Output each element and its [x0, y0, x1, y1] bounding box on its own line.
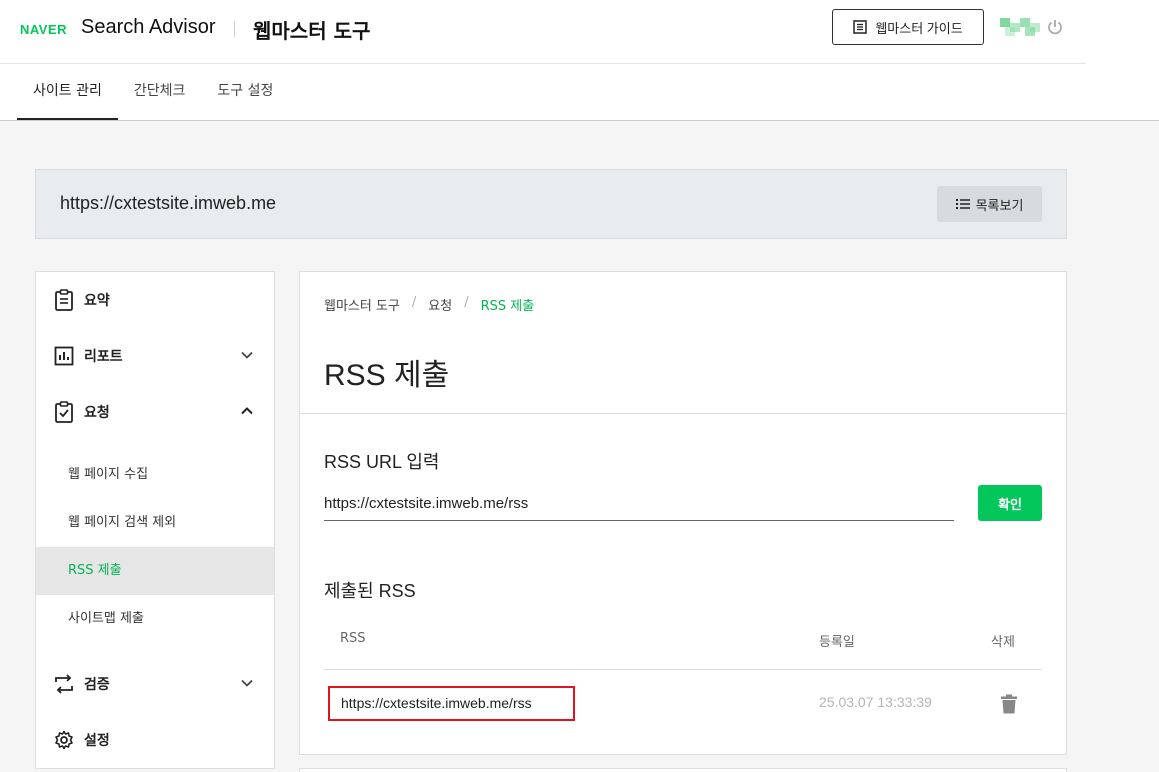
list-view-button[interactable]: 목록보기 [937, 186, 1042, 222]
trash-icon[interactable] [1000, 694, 1018, 714]
sidebar-label-settings: 설정 [84, 733, 110, 749]
breadcrumb-separator: / [411, 295, 417, 310]
bottom-panel-edge [299, 768, 1067, 772]
naver-logo[interactable]: NAVER [20, 22, 67, 37]
sidebar-item-summary[interactable]: 요약 [36, 272, 274, 328]
user-avatar[interactable] [1000, 18, 1040, 36]
site-url: https://cxtestsite.imweb.me [60, 193, 277, 213]
page-title: RSS 제출 [324, 359, 450, 392]
confirm-button[interactable]: 확인 [978, 485, 1042, 521]
tab-quick-check[interactable]: 간단체크 [118, 64, 202, 120]
submitted-rss-date: 25.03.07 13:33:39 [819, 694, 932, 710]
webmaster-tool-title: 웹마스터 도구 [253, 19, 371, 43]
chevron-down-icon [241, 679, 253, 687]
column-header-delete: 삭제 [991, 635, 1015, 650]
sidebar: 요약 리포트 요청 웹 페이지 수집 웹 페이지 검색 제외 RSS 제출 사이… [35, 271, 275, 769]
clipboard-icon [53, 289, 75, 311]
tab-site-management[interactable]: 사이트 관리 [17, 64, 118, 120]
main-panel: 웹마스터 도구 / 요청 / RSS 제출 RSS 제출 RSS URL 입력 … [299, 271, 1067, 755]
submitted-rss-title: 제출된 RSS [324, 581, 416, 601]
header: NAVER Search Advisor 웹마스터 도구 웹마스터 가이드 [0, 0, 1086, 64]
breadcrumb-separator: / [464, 295, 469, 310]
sidebar-label-request: 요청 [84, 405, 110, 421]
sidebar-item-request[interactable]: 요청 [36, 384, 274, 440]
breadcrumb-webmaster[interactable]: 웹마스터 도구 [324, 295, 400, 314]
search-advisor-brand[interactable]: Search Advisor [81, 16, 216, 39]
breadcrumb-current: RSS 제출 [480, 299, 535, 314]
tab-tool-settings[interactable]: 도구 설정 [201, 64, 289, 120]
list-icon [955, 199, 970, 209]
gear-icon [53, 729, 75, 751]
power-icon[interactable] [1046, 18, 1064, 36]
header-divider [234, 21, 235, 37]
breadcrumb: 웹마스터 도구 / 요청 / RSS 제출 [324, 295, 534, 314]
sidebar-label-verify: 검증 [84, 677, 110, 693]
rss-url-input[interactable] [324, 487, 954, 521]
rss-url-label: RSS URL 입력 [324, 452, 440, 472]
sidebar-label-report: 리포트 [84, 349, 123, 365]
swap-arrows-icon [53, 673, 75, 695]
site-bar: https://cxtestsite.imweb.me 목록보기 [35, 169, 1067, 239]
section-divider [300, 413, 1066, 414]
webmaster-guide-label: 웹마스터 가이드 [875, 20, 963, 36]
breadcrumb-request[interactable]: 요청 [428, 295, 452, 314]
chevron-down-icon [241, 351, 253, 359]
column-header-date: 등록일 [819, 635, 855, 650]
sidebar-item-verify[interactable]: 검증 [36, 656, 274, 712]
chevron-up-icon [241, 407, 253, 415]
bar-chart-icon [53, 345, 75, 367]
sidebar-label-summary: 요약 [84, 293, 110, 309]
sidebar-sub-page-crawl[interactable]: 웹 페이지 수집 [36, 451, 274, 499]
main-tabs: 사이트 관리 간단체크 도구 설정 [17, 64, 289, 121]
webmaster-guide-button[interactable]: 웹마스터 가이드 [832, 9, 984, 45]
submitted-rss-url[interactable]: https://cxtestsite.imweb.me/rss [328, 686, 575, 721]
top-bar: NAVER Search Advisor 웹마스터 도구 웹마스터 가이드 사이… [0, 0, 1159, 121]
sidebar-sub-page-exclude[interactable]: 웹 페이지 검색 제외 [36, 499, 274, 547]
guide-book-icon [853, 20, 868, 34]
sidebar-sub-sitemap-submit[interactable]: 사이트맵 제출 [36, 595, 274, 643]
sidebar-sub-rss-submit[interactable]: RSS 제출 [36, 547, 274, 595]
table-header-divider [324, 669, 1042, 670]
clipboard-check-icon [53, 401, 75, 423]
sidebar-item-settings[interactable]: 설정 [36, 712, 274, 768]
sidebar-item-report[interactable]: 리포트 [36, 328, 274, 384]
list-view-label: 목록보기 [975, 198, 1024, 214]
column-header-rss: RSS [340, 631, 366, 646]
